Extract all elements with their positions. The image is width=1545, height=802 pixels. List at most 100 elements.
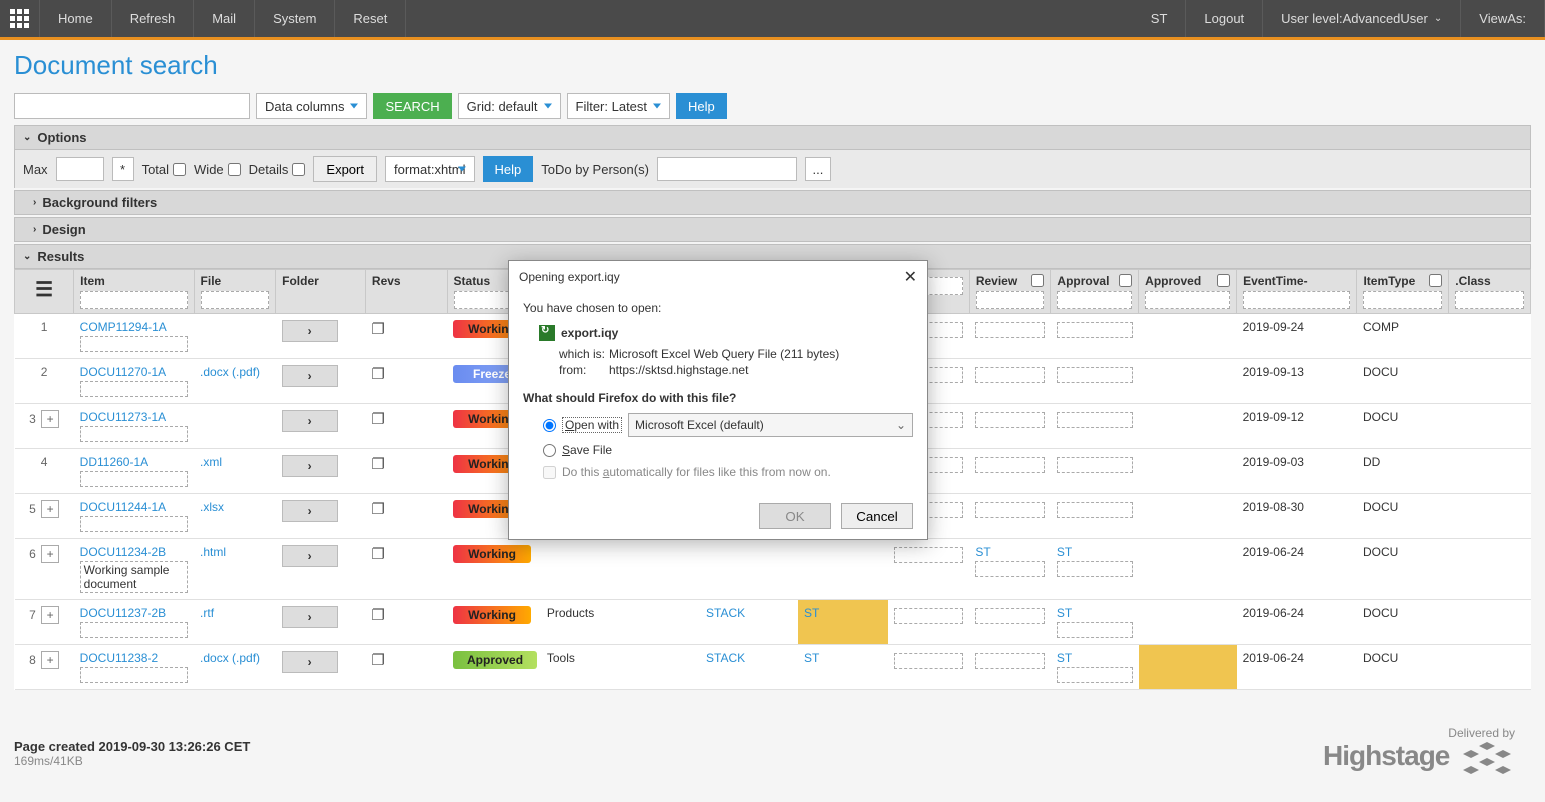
expand-button[interactable]: +	[41, 545, 59, 563]
background-filters-section[interactable]: › Background filters	[14, 190, 1531, 215]
todo-browse-button[interactable]: ...	[805, 157, 831, 181]
item-edit[interactable]	[80, 667, 188, 683]
options-help-button[interactable]: Help	[483, 156, 534, 182]
file-link[interactable]: .xml	[200, 455, 222, 469]
item-edit[interactable]	[80, 336, 188, 352]
filter-eventtime[interactable]	[1243, 291, 1350, 309]
data-columns-select[interactable]: Data columns	[256, 93, 367, 119]
approval-cell[interactable]	[1057, 457, 1133, 473]
open-with-select[interactable]: Microsoft Excel (default)	[628, 413, 913, 437]
folder-button[interactable]	[282, 410, 338, 432]
row-menu-icon[interactable]: ☰	[21, 274, 67, 300]
item-link[interactable]: DOCU11270-1A	[80, 365, 166, 379]
review-cell[interactable]	[975, 457, 1045, 473]
filter-approval[interactable]	[1057, 291, 1132, 309]
expand-button[interactable]: +	[41, 410, 59, 428]
search-button[interactable]: SEARCH	[373, 93, 451, 119]
wide-checkbox[interactable]	[228, 163, 241, 176]
stack-link[interactable]: STACK	[706, 606, 745, 620]
save-file-radio[interactable]	[543, 444, 556, 457]
filter-class[interactable]	[1455, 291, 1524, 309]
details-checkbox[interactable]	[292, 163, 305, 176]
stack-link[interactable]: STACK	[706, 651, 745, 665]
item-link[interactable]: DOCU11237-2B	[80, 606, 166, 620]
revisions-icon[interactable]: ❐	[371, 321, 384, 338]
revisions-icon[interactable]: ❐	[371, 652, 384, 669]
owner-link[interactable]: ST	[804, 606, 819, 620]
folder-button[interactable]	[282, 651, 338, 673]
total-checkbox[interactable]	[173, 163, 186, 176]
nav-refresh[interactable]: Refresh	[112, 0, 195, 37]
revisions-icon[interactable]: ❐	[371, 456, 384, 473]
expand-button[interactable]: +	[41, 606, 59, 624]
approval-cell[interactable]	[1057, 322, 1133, 338]
item-link[interactable]: DOCU11273-1A	[80, 410, 166, 424]
revisions-icon[interactable]: ❐	[371, 501, 384, 518]
expand-button[interactable]: +	[41, 500, 59, 518]
empty-cell[interactable]	[894, 608, 964, 624]
empty-cell[interactable]	[894, 547, 964, 563]
itemtype-chk[interactable]	[1429, 274, 1442, 287]
empty-cell[interactable]	[894, 653, 964, 669]
file-link[interactable]: .xlsx	[200, 500, 224, 514]
nav-mail[interactable]: Mail	[194, 0, 255, 37]
details-checkbox-label[interactable]: Details	[249, 162, 306, 177]
filter-file[interactable]	[201, 291, 270, 309]
review-cell[interactable]	[975, 367, 1045, 383]
nav-home[interactable]: Home	[40, 0, 112, 37]
review-cell[interactable]	[975, 322, 1045, 338]
item-edit[interactable]	[80, 381, 188, 397]
expand-button[interactable]: +	[41, 651, 59, 669]
item-edit[interactable]	[80, 471, 188, 487]
help-button[interactable]: Help	[676, 93, 727, 119]
file-link[interactable]: .html	[200, 545, 226, 559]
todo-input[interactable]	[657, 157, 797, 181]
revisions-icon[interactable]: ❐	[371, 546, 384, 563]
approval-link[interactable]: ST	[1057, 606, 1072, 620]
nav-system[interactable]: System	[255, 0, 335, 37]
approval-chk[interactable]	[1119, 274, 1132, 287]
folder-button[interactable]	[282, 320, 338, 342]
options-section[interactable]: ⌄ Options	[14, 125, 1531, 150]
file-link[interactable]: .rtf	[200, 606, 214, 620]
user-level[interactable]: User level: AdvancedUser ⌄	[1263, 0, 1461, 37]
revisions-icon[interactable]: ❐	[371, 411, 384, 428]
approval-link[interactable]: ST	[1057, 545, 1072, 559]
item-link[interactable]: DOCU11244-1A	[80, 500, 166, 514]
item-link[interactable]: DOCU11234-2B	[80, 545, 166, 559]
review-cell[interactable]	[975, 502, 1045, 518]
owner-link[interactable]: ST	[804, 651, 819, 665]
approved-chk[interactable]	[1217, 274, 1230, 287]
item-link[interactable]: COMP11294-1A	[80, 320, 167, 334]
cancel-button[interactable]: Cancel	[841, 503, 913, 529]
revisions-icon[interactable]: ❐	[371, 366, 384, 383]
ok-button[interactable]: OK	[759, 503, 831, 529]
item-edit[interactable]	[80, 622, 188, 638]
search-input[interactable]	[14, 93, 250, 119]
design-section[interactable]: › Design	[14, 217, 1531, 242]
approval-link[interactable]: ST	[1057, 651, 1072, 665]
view-as[interactable]: ViewAs:	[1461, 0, 1545, 37]
filter-item[interactable]	[80, 291, 187, 309]
approval-cell[interactable]	[1057, 367, 1133, 383]
grid-select[interactable]: Grid: default	[458, 93, 561, 119]
user-short[interactable]: ST	[1133, 0, 1187, 37]
item-edit[interactable]	[80, 426, 188, 442]
approval-cell[interactable]	[1057, 412, 1133, 428]
approval-cell[interactable]	[1057, 502, 1133, 518]
logout[interactable]: Logout	[1186, 0, 1263, 37]
filter-review[interactable]	[976, 291, 1045, 309]
folder-button[interactable]	[282, 545, 338, 567]
nav-reset[interactable]: Reset	[335, 0, 406, 37]
revisions-icon[interactable]: ❐	[371, 607, 384, 624]
folder-button[interactable]	[282, 455, 338, 477]
folder-button[interactable]	[282, 500, 338, 522]
folder-button[interactable]	[282, 365, 338, 387]
file-link[interactable]: .docx (.pdf)	[200, 365, 260, 379]
total-checkbox-label[interactable]: Total	[142, 162, 186, 177]
open-with-radio[interactable]	[543, 419, 556, 432]
wide-checkbox-label[interactable]: Wide	[194, 162, 241, 177]
item-edit[interactable]	[80, 516, 188, 532]
filter-approved[interactable]	[1145, 291, 1230, 309]
review-cell[interactable]	[975, 608, 1045, 624]
